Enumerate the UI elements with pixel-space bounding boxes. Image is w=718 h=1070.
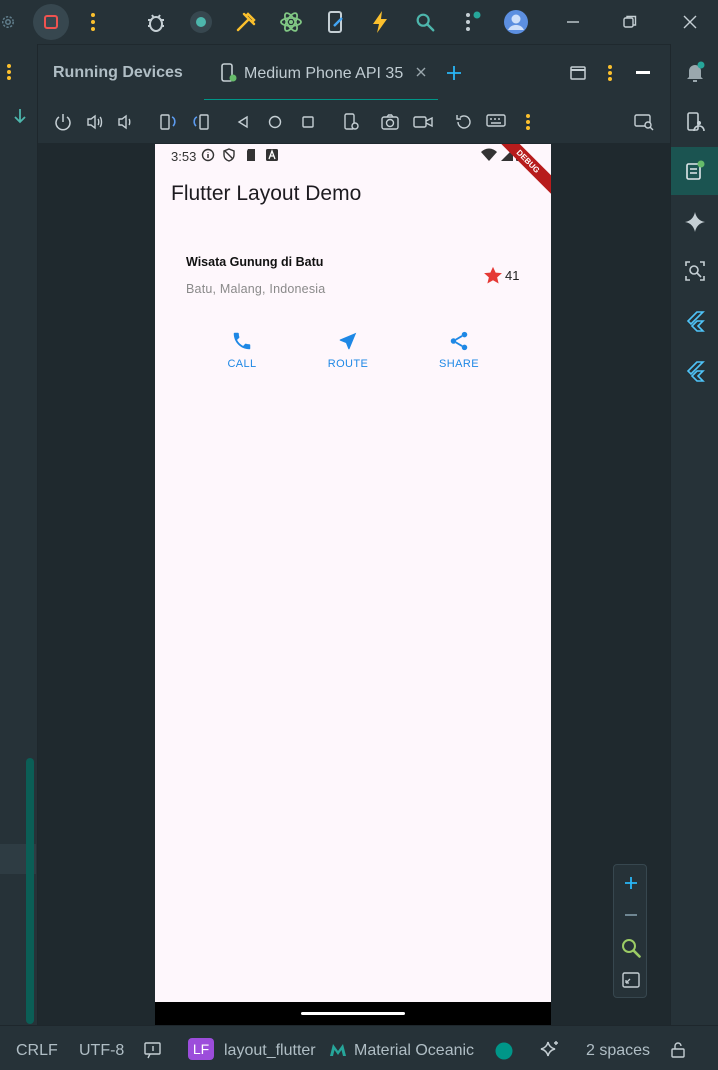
route-label: ROUTE — [327, 358, 369, 370]
gesture-nav-bar — [155, 1002, 551, 1025]
vertical-scrollbar[interactable] — [26, 758, 34, 1024]
device-manager-icon[interactable] — [683, 110, 707, 134]
location-title: Wisata Gunung di Batu — [186, 255, 324, 269]
ai-assistant-icon[interactable] — [540, 1040, 560, 1060]
status-bar: CRLF UTF-8 LF layout_flutter Material Oc… — [0, 1025, 718, 1070]
gemini-sparkle-icon[interactable] — [683, 210, 707, 234]
minimize-window-icon[interactable] — [557, 6, 589, 38]
tool-window-header: Running Devices Medium Phone API 35 — [38, 44, 670, 101]
close-window-icon[interactable] — [674, 6, 706, 38]
back-icon[interactable] — [231, 110, 255, 134]
close-tab-icon[interactable] — [416, 67, 426, 77]
call-label: CALL — [227, 358, 257, 370]
tool-window-options-icon[interactable] — [607, 65, 613, 81]
share-button[interactable]: SHARE — [419, 330, 499, 370]
tool-window-title: Running Devices — [53, 64, 183, 81]
route-button[interactable]: ROUTE — [308, 330, 388, 370]
more-vertical-notify-icon[interactable] — [456, 6, 488, 38]
account-avatar-icon[interactable] — [500, 6, 532, 38]
volume-down-icon[interactable] — [114, 110, 138, 134]
gesture-handle[interactable] — [301, 1012, 405, 1015]
zoom-fit-icon[interactable] — [619, 968, 643, 992]
status-sdcard-icon — [245, 148, 257, 162]
main-toolbar — [0, 0, 718, 44]
device-tab-icon — [220, 63, 238, 83]
restore-window-icon[interactable] — [614, 6, 646, 38]
unlock-icon[interactable] — [671, 1042, 685, 1058]
keyboard-icon[interactable] — [484, 110, 508, 134]
hide-tool-window-icon[interactable] — [636, 71, 650, 75]
theme-name[interactable]: Material Oceanic — [354, 1042, 474, 1060]
power-button-icon[interactable] — [51, 110, 75, 134]
zoom-in-icon[interactable] — [619, 871, 643, 895]
build-tools-icon[interactable] — [230, 6, 262, 38]
arrow-down-icon[interactable] — [12, 108, 28, 124]
status-shield-icon — [222, 148, 236, 162]
indent-setting[interactable]: 2 spaces — [586, 1042, 650, 1060]
left-more-icon[interactable] — [6, 64, 12, 80]
overview-icon[interactable] — [296, 110, 320, 134]
layout-inspector-icon[interactable] — [683, 259, 707, 283]
screen-record-icon[interactable] — [411, 110, 435, 134]
status-bar-time: 3:53 — [171, 149, 197, 164]
notifications-bell-icon[interactable] — [683, 60, 707, 84]
left-tool-strip — [0, 44, 38, 1025]
lightning-icon[interactable] — [364, 6, 396, 38]
app-bar-title: Flutter Layout Demo — [171, 182, 362, 205]
star-icon — [483, 266, 503, 285]
attach-debugger-icon[interactable] — [185, 6, 217, 38]
rotate-left-icon[interactable] — [157, 110, 181, 134]
device-toolbar — [38, 100, 670, 144]
reset-rotate-icon[interactable] — [452, 110, 476, 134]
zoom-controls — [613, 864, 647, 998]
status-info-icon — [201, 148, 215, 162]
running-devices-icon[interactable] — [683, 159, 707, 183]
search-icon[interactable] — [409, 6, 441, 38]
zoom-out-icon[interactable] — [619, 903, 643, 927]
screenshot-camera-icon[interactable] — [378, 110, 402, 134]
atom-icon[interactable] — [275, 6, 307, 38]
material-theme-icon — [330, 1044, 346, 1056]
device-settings-icon[interactable] — [339, 110, 363, 134]
phone-icon — [202, 330, 282, 352]
right-tool-strip — [670, 44, 718, 1025]
settings-icon[interactable] — [0, 6, 24, 38]
stop-button[interactable] — [33, 4, 69, 40]
zoom-actual-size-icon[interactable] — [619, 936, 643, 960]
project-name[interactable]: layout_flutter — [224, 1042, 316, 1060]
flutter-outline-icon[interactable] — [683, 359, 707, 383]
readonly-toggle-icon[interactable] — [144, 1041, 162, 1059]
volume-up-icon[interactable] — [83, 110, 107, 134]
file-encoding[interactable]: UTF-8 — [79, 1042, 124, 1060]
flutter-inspector-icon[interactable] — [683, 309, 707, 333]
more-vertical-icon[interactable] — [77, 6, 109, 38]
debug-bug-icon[interactable] — [140, 6, 172, 38]
line-ending[interactable]: CRLF — [16, 1042, 58, 1060]
status-wifi-icon — [481, 148, 497, 162]
inspect-screen-icon[interactable] — [632, 110, 656, 134]
project-badge: LF — [188, 1038, 214, 1060]
phone-screen[interactable]: 3:53 DEBUG Flutter Layout Demo Wisata Gu… — [155, 144, 551, 1025]
rating-count: 41 — [505, 268, 520, 283]
window-layout-icon[interactable] — [570, 65, 586, 81]
location-subtitle: Batu, Malang, Indonesia — [186, 282, 326, 296]
home-icon[interactable] — [263, 110, 287, 134]
tab-label: Medium Phone API 35 — [244, 65, 404, 82]
share-icon — [419, 330, 499, 352]
tab-medium-phone[interactable]: Medium Phone API 35 — [204, 45, 438, 101]
navigation-icon — [308, 330, 388, 352]
add-device-icon[interactable] — [446, 65, 462, 81]
sync-status-icon[interactable] — [495, 1042, 513, 1060]
device-edit-icon[interactable] — [320, 6, 352, 38]
status-font-icon — [266, 149, 278, 161]
device-more-icon[interactable] — [516, 110, 540, 134]
share-label: SHARE — [439, 358, 479, 370]
call-button[interactable]: CALL — [202, 330, 282, 370]
rotate-right-icon[interactable] — [189, 110, 213, 134]
